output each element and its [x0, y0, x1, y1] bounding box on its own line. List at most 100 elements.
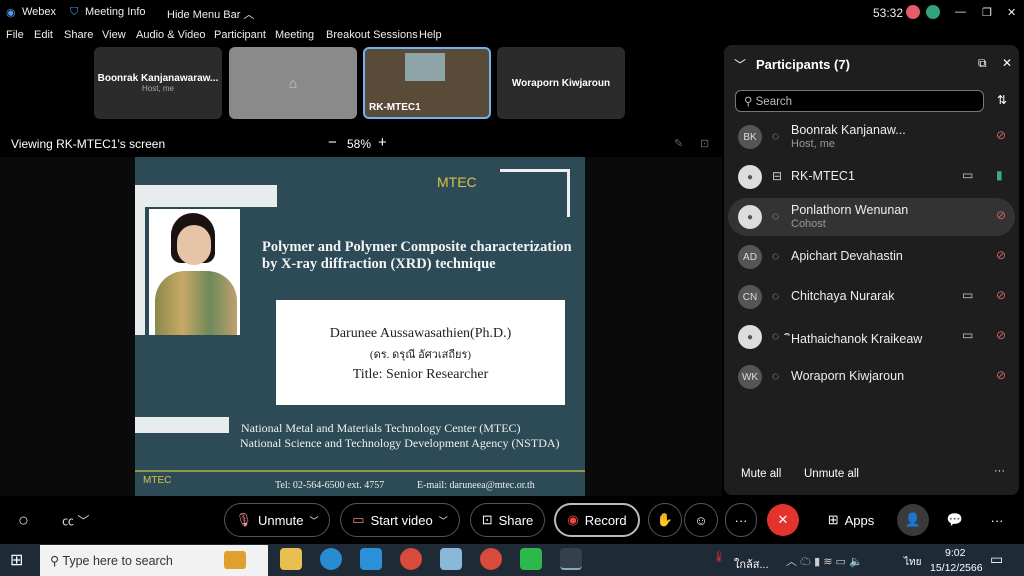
record-button[interactable]: ◉ Record: [554, 503, 640, 537]
mic-muted-icon[interactable]: ⊘: [996, 208, 1006, 222]
menu-breakout[interactable]: Breakout Sessions: [326, 29, 418, 41]
mic-muted-icon[interactable]: ⊘: [996, 248, 1006, 262]
participant-name: Woraporn Kiwjaroun: [791, 369, 905, 383]
status-circle-icon[interactable]: ○: [18, 510, 29, 531]
collapse-chevron-icon[interactable]: ﹀: [734, 56, 746, 73]
notifications-icon[interactable]: ▭: [990, 551, 1003, 568]
more-options-icon[interactable]: ···: [994, 465, 1005, 477]
thumb-woraporn[interactable]: Woraporn Kiwjaroun: [497, 47, 625, 119]
footer-logo: MTEC: [143, 475, 172, 486]
thumb-boonrak[interactable]: Boonrak Kanjanawaraw... Host, me: [94, 47, 222, 119]
search-placeholder: Search: [755, 96, 793, 108]
thumb-rk-mtec1[interactable]: RK-MTEC1: [363, 47, 491, 119]
input-language[interactable]: ไทย: [904, 555, 921, 570]
chat-button[interactable]: 💬: [940, 503, 970, 537]
menu-edit[interactable]: Edit: [34, 29, 53, 41]
minimize-button[interactable]: —: [955, 6, 966, 18]
participant-row[interactable]: WK ◌ Woraporn Kiwjaroun ⊘: [728, 358, 1015, 396]
avatar: CN: [738, 285, 762, 309]
participant-row[interactable]: ● ◌ Ponlathorn Wenunan Cohost ⊘: [728, 198, 1015, 236]
start-button[interactable]: ⊞: [10, 550, 23, 570]
edge-icon[interactable]: [320, 548, 342, 570]
clock-time[interactable]: 9:02: [945, 547, 965, 559]
line-icon[interactable]: [520, 548, 542, 570]
mic-active-icon[interactable]: ▮: [996, 168, 1003, 182]
avatar: AD: [738, 245, 762, 269]
presenter-thai-name: (ดร. ดรุณี อัศวเสถียร): [369, 349, 472, 361]
file-explorer-icon[interactable]: [280, 548, 302, 570]
chrome-profile-icon[interactable]: [480, 548, 502, 570]
participant-row[interactable]: CN ◌ Chitchaya Nurarak ▭ ⊘: [728, 278, 1015, 316]
chrome-icon[interactable]: [400, 548, 422, 570]
zoom-in-button[interactable]: +: [378, 134, 387, 151]
annotate-icon[interactable]: ✎: [674, 137, 683, 150]
start-video-button[interactable]: ▭ Start video ﹀: [340, 503, 460, 537]
end-meeting-button[interactable]: ✕: [767, 504, 799, 536]
mic-muted-icon[interactable]: ⊘: [996, 368, 1006, 382]
headset-icon: ◌: [772, 289, 780, 303]
system-tray-icons[interactable]: ︿ ☁ ▮ ≋ ▭ 🔈: [786, 553, 863, 569]
thumb-name: Boonrak Kanjanawaraw...: [97, 73, 219, 84]
menu-file[interactable]: File: [6, 29, 24, 41]
avatar-initials: WK: [741, 371, 759, 383]
menu-help[interactable]: Help: [419, 29, 442, 41]
menu-view[interactable]: View: [102, 29, 126, 41]
participant-search-input[interactable]: ⚲ Search: [735, 90, 984, 112]
restore-button[interactable]: ❐: [982, 6, 992, 19]
participant-row[interactable]: ● ⊟ RK-MTEC1 ▭ ▮: [728, 158, 1015, 196]
participant-role: Host, me: [791, 138, 836, 150]
reactions-button[interactable]: ☺: [684, 503, 718, 537]
avatar: BK: [738, 125, 762, 149]
unmute-button[interactable]: 🎙 Unmute ﹀: [224, 503, 330, 537]
mic-muted-icon[interactable]: ⊘: [996, 328, 1006, 342]
avatar: ●: [738, 205, 762, 229]
menu-participant[interactable]: Participant: [214, 29, 266, 41]
more-button[interactable]: ···: [725, 503, 757, 537]
video-feed: [405, 53, 445, 81]
weather-text[interactable]: ใกล้ส...: [734, 555, 769, 573]
zoom-out-button[interactable]: −: [328, 134, 337, 151]
presenter-box: Darunee Aussawasathien(Ph.D.) (ดร. ดรุณี…: [276, 300, 565, 405]
close-window-button[interactable]: ✕: [1007, 6, 1016, 19]
avatar-icon: ⌂: [288, 75, 298, 91]
record-icon: ◉: [567, 512, 579, 527]
hide-menu-bar-button[interactable]: Hide Menu Bar ︿: [167, 6, 254, 22]
slide-email: E-mail: daruneea@mtec.or.th: [417, 480, 535, 491]
more-options-button[interactable]: ···: [982, 503, 1012, 537]
thumb-avatar-placeholder[interactable]: ⌂: [229, 47, 357, 119]
captions-icon[interactable]: ㏄ ﹀: [62, 512, 89, 529]
mic-muted-icon[interactable]: ⊘: [996, 288, 1006, 302]
share-button[interactable]: ⊡ Share: [470, 503, 545, 537]
clock-date[interactable]: 15/12/2566: [930, 562, 983, 574]
headset-icon: ◌: [772, 369, 780, 383]
apps-button[interactable]: ⊞ Apps: [818, 503, 884, 537]
participants-button[interactable]: 👤: [897, 504, 929, 536]
participant-row[interactable]: ● ◌ ิHathaichanok Kraikeaw ▭ ⊘: [728, 318, 1015, 356]
sort-icon[interactable]: ⇅: [997, 93, 1007, 107]
record-label: Record: [584, 512, 627, 528]
slide-corner-frame: [500, 169, 570, 217]
participant-row[interactable]: AD ◌ Apichart Devahastin ⊘: [728, 238, 1015, 276]
mail-icon[interactable]: [360, 548, 382, 570]
participant-name: ิHathaichanok Kraikeaw: [791, 332, 923, 346]
shield-icon: ⛉: [70, 6, 79, 18]
remote-control-icon[interactable]: ⊡: [700, 137, 709, 150]
participant-row[interactable]: BK ◌ Boonrak Kanjanaw... Host, me ⊘: [728, 118, 1015, 156]
slide-org-2: National Science and Technology Developm…: [240, 436, 560, 450]
taskbar-search-input[interactable]: ⚲ Type here to search: [40, 545, 268, 576]
menu-share[interactable]: Share: [64, 29, 93, 41]
mic-muted-icon[interactable]: ⊘: [996, 128, 1006, 142]
close-panel-icon[interactable]: ✕: [1002, 56, 1012, 70]
meeting-info-button[interactable]: Meeting Info: [85, 6, 146, 18]
mute-all-button[interactable]: Mute all: [741, 468, 781, 480]
slide-tel: Tel: 02-564-6500 ext. 4757: [275, 480, 385, 491]
slide-bar-left: [135, 207, 145, 335]
menu-audio-video[interactable]: Audio & Video: [136, 29, 206, 41]
popout-icon[interactable]: ⧉: [978, 56, 987, 71]
webex-icon: ◉: [6, 7, 16, 19]
raise-hand-button[interactable]: ✋: [648, 503, 682, 537]
webex-taskbar-icon[interactable]: [560, 548, 582, 570]
unmute-all-button[interactable]: Unmute all: [804, 468, 859, 480]
notes-icon[interactable]: [440, 548, 462, 570]
menu-meeting[interactable]: Meeting: [275, 29, 314, 41]
